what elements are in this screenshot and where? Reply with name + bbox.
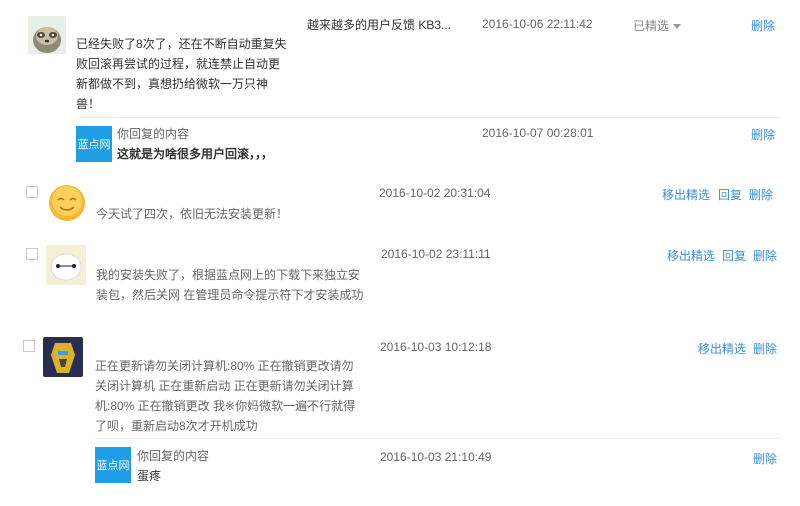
comment-text: 正在更新请勿关闭计算机:80% 正在撤销更改请勿关闭计算机 正在重新启动 正在更…	[95, 359, 356, 433]
delete-reply-button[interactable]: 删除	[753, 450, 777, 467]
site-logo: 蓝点网	[76, 126, 112, 162]
user-avatar	[46, 245, 86, 285]
transformer-avatar-icon	[43, 337, 83, 377]
reply-button[interactable]: 回复	[718, 186, 742, 203]
comment-text: 我的安装失败了，根据蓝点网上的下载下来独立安装包，然后关网 在管理员命令提示符下…	[96, 268, 364, 302]
site-logo: 蓝点网	[95, 447, 131, 483]
sloth-avatar-icon	[28, 16, 66, 54]
divider	[76, 117, 780, 118]
user-avatar	[28, 16, 66, 54]
delete-button[interactable]: 删除	[753, 340, 777, 357]
reply-time: 2016-10-07 00:28:01	[482, 126, 594, 140]
reply-button[interactable]: 回复	[722, 247, 746, 264]
article-title[interactable]: 越来越多的用户反馈 KB3...	[307, 15, 451, 35]
delete-button[interactable]: 删除	[753, 247, 777, 264]
select-checkbox[interactable]	[26, 248, 38, 260]
select-checkbox[interactable]	[23, 340, 35, 352]
divider	[95, 438, 780, 439]
reply-label: 你回复的内容	[117, 127, 190, 141]
comment-time: 2016-10-03 10:12:18	[380, 340, 492, 354]
user-avatar	[48, 184, 86, 222]
comment-time: 2016-10-02 20:31:04	[379, 186, 491, 200]
comment-time: 2016-10-06 22:11:42	[482, 17, 593, 31]
status-label: 已精选	[633, 19, 670, 33]
comment-text: 已经失败了8次了，还在不断自动重复失败回滚再尝试的过程，就连禁止自动更新都做不到…	[76, 37, 287, 111]
delete-button[interactable]: 删除	[751, 17, 775, 34]
chevron-down-icon	[673, 24, 682, 30]
smiley-avatar-icon	[49, 185, 85, 221]
select-checkbox[interactable]	[26, 186, 38, 198]
reply-label: 你回复的内容	[137, 449, 210, 463]
reply-time: 2016-10-03 21:10:49	[380, 450, 492, 464]
reply-text: 蛋疼	[137, 469, 162, 483]
unfeature-button[interactable]: 移出精选	[662, 186, 710, 203]
delete-reply-button[interactable]: 删除	[751, 126, 775, 143]
robot-avatar-icon	[46, 245, 86, 285]
user-avatar	[43, 337, 83, 377]
delete-button[interactable]: 删除	[749, 186, 773, 203]
comment-text: 今天试了四次，依旧无法安装更新！	[96, 207, 289, 221]
reply-text: 这就是为啥很多用户回滚，，，	[117, 147, 274, 161]
unfeature-button[interactable]: 移出精选	[698, 340, 746, 357]
unfeature-button[interactable]: 移出精选	[667, 247, 715, 264]
featured-status-dropdown[interactable]: 已精选	[633, 17, 682, 34]
comment-time: 2016-10-02 23:11:11	[381, 247, 491, 261]
